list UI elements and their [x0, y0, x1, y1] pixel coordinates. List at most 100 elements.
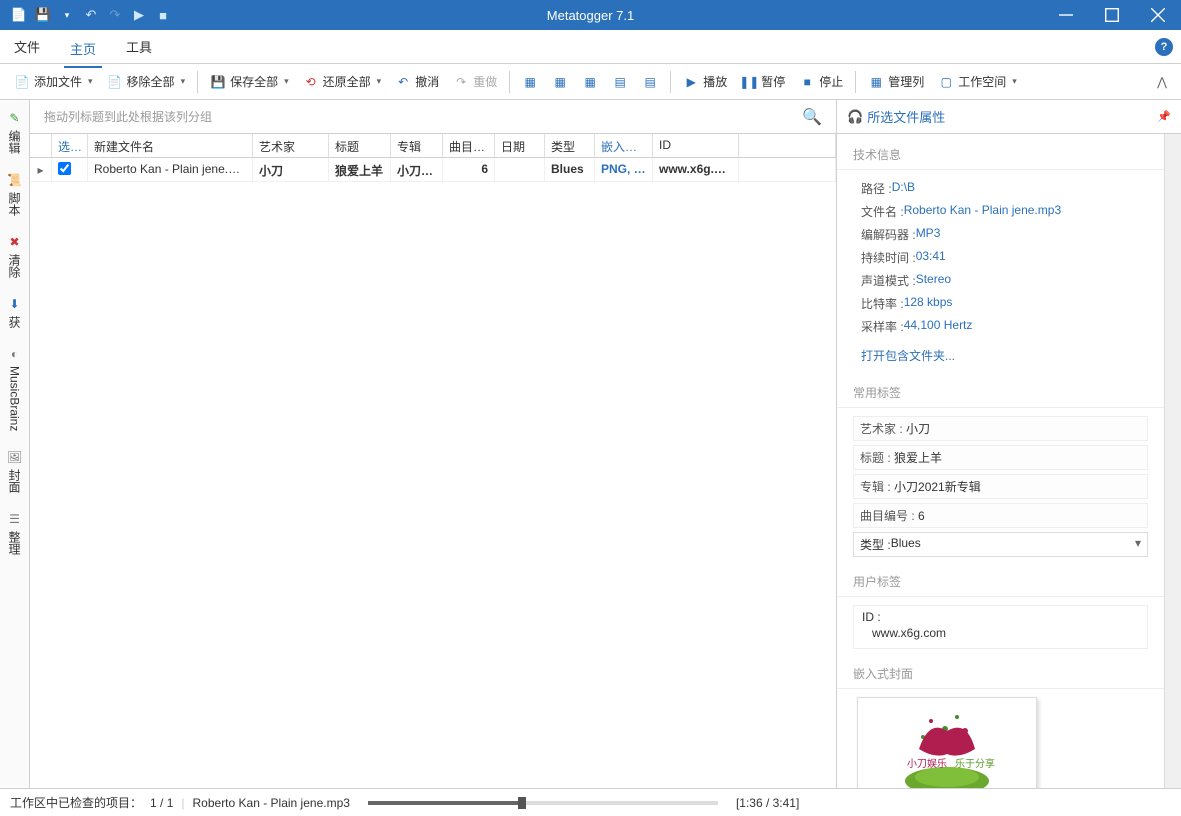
sidebar-tab-edit[interactable]: ✎编辑: [6, 108, 23, 156]
play-icon: ▶: [683, 74, 699, 90]
sidebar-tab-organize[interactable]: ☰整理: [6, 509, 23, 557]
window-title: Metatogger 7.1: [547, 8, 634, 23]
qat-redo-icon[interactable]: ↷: [104, 4, 126, 26]
tag-title[interactable]: 标题狼爱上羊: [853, 445, 1148, 470]
qat-stop-icon[interactable]: ■: [152, 4, 174, 26]
qat-save-icon[interactable]: 💾: [32, 4, 54, 26]
sidebar-tab-cover[interactable]: 🖼封面: [6, 447, 23, 495]
pin-icon[interactable]: 📌: [1157, 110, 1171, 123]
tag-artist[interactable]: 艺术家小刀: [853, 416, 1148, 441]
chevron-down-icon[interactable]: ▾: [1135, 536, 1141, 553]
vertical-scrollbar[interactable]: [1164, 134, 1181, 788]
workspace-icon: ▢: [938, 74, 954, 90]
cell-album[interactable]: 小刀2...: [391, 158, 443, 181]
help-button[interactable]: ?: [1155, 38, 1173, 56]
group-hint-text: 拖动列标题到此处根据该列分组: [44, 108, 212, 125]
ribbon-toolbar: 📄添加文件▾ 📄移除全部▾ 💾保存全部▾ ⟲还原全部▾ ↶撤消 ↷重做 ▦ ▦ …: [0, 64, 1181, 100]
columns-icon: ▦: [868, 74, 884, 90]
redo-icon: ↷: [453, 74, 469, 90]
row-checkbox[interactable]: [58, 162, 71, 175]
menu-file[interactable]: 文件: [8, 33, 46, 60]
col-artist[interactable]: 艺术家: [253, 134, 329, 157]
cell-track[interactable]: 6: [443, 158, 495, 181]
undo-button[interactable]: ↶撤消: [389, 69, 445, 94]
status-bar: 工作区中已检查的项目： 1 / 1 | Roberto Kan - Plain …: [0, 788, 1181, 816]
tag-genre[interactable]: 类型Blues▾: [853, 532, 1148, 557]
tag-track[interactable]: 曲目编号6: [853, 503, 1148, 528]
cell-cover[interactable]: PNG, 4...: [595, 158, 653, 181]
cover-art[interactable]: 小刀娱乐 乐于分享: [857, 697, 1037, 788]
minimize-button[interactable]: [1043, 0, 1089, 30]
separator: [197, 71, 198, 93]
kv-duration: 持续时间03:41: [837, 247, 1164, 270]
menu-home[interactable]: 主页: [64, 35, 102, 68]
playback-slider[interactable]: [368, 801, 718, 805]
maximize-button[interactable]: [1089, 0, 1135, 30]
pause-button[interactable]: ❚❚暂停: [735, 69, 791, 94]
section-user: 用户标签: [837, 561, 1164, 597]
col-cover[interactable]: 嵌入式封面: [595, 134, 653, 157]
cell-artist[interactable]: 小刀: [253, 158, 329, 181]
menu-tools[interactable]: 工具: [120, 33, 158, 60]
row-checkbox-cell[interactable]: [52, 158, 88, 181]
col-track[interactable]: 曲目编号: [443, 134, 495, 157]
remove-all-button[interactable]: 📄移除全部▾: [101, 69, 192, 94]
close-button[interactable]: [1135, 0, 1181, 30]
sidebar-tab-musicbrainz[interactable]: ◐MusicBrainz: [7, 344, 23, 433]
col-select[interactable]: 选择: [52, 134, 88, 157]
view-small-icon[interactable]: ▦: [576, 70, 604, 94]
play-button[interactable]: ▶播放: [677, 69, 733, 94]
view-detail-icon[interactable]: ▤: [636, 70, 664, 94]
col-album[interactable]: 专辑: [391, 134, 443, 157]
cell-date[interactable]: [495, 158, 545, 181]
open-folder-link[interactable]: 打开包含文件夹...: [837, 339, 1164, 372]
view-list-icon[interactable]: ▤: [606, 70, 634, 94]
cell-filename[interactable]: Roberto Kan - Plain jene.mp3: [88, 158, 253, 181]
save-all-button[interactable]: 💾保存全部▾: [204, 69, 295, 94]
col-indicator[interactable]: [30, 134, 52, 157]
stop-button[interactable]: ■停止: [793, 69, 849, 94]
stop-icon: ■: [799, 74, 815, 90]
col-filename[interactable]: 新建文件名: [88, 134, 253, 157]
svg-text:小刀娱乐: 小刀娱乐: [907, 757, 947, 770]
table-row[interactable]: ▸ Roberto Kan - Plain jene.mp3 小刀 狼爱上羊 小…: [30, 158, 836, 182]
save-icon: 💾: [210, 74, 226, 90]
kv-bitrate: 比特率128 kbps: [837, 293, 1164, 316]
chevron-down-icon[interactable]: ▾: [377, 76, 382, 87]
redo-button[interactable]: ↷重做: [447, 69, 503, 94]
view-large-icon[interactable]: ▦: [516, 70, 544, 94]
sidebar-tab-fetch[interactable]: ⬇获: [6, 294, 23, 330]
workspace-button[interactable]: ▢工作空间▾: [932, 69, 1023, 94]
separator: [509, 71, 510, 93]
collapse-ribbon-icon[interactable]: ⋀: [1151, 71, 1173, 93]
chevron-down-icon[interactable]: ▾: [284, 76, 289, 87]
cell-title[interactable]: 狼爱上羊: [329, 158, 391, 181]
properties-panel: 🎧 所选文件属性 📌 技术信息 路径D:\B 文件名Roberto Kan - …: [836, 100, 1181, 788]
chevron-down-icon[interactable]: ▾: [181, 76, 186, 87]
section-cover: 嵌入式封面: [837, 653, 1164, 689]
group-by-bar[interactable]: 拖动列标题到此处根据该列分组 🔍: [30, 100, 836, 134]
sidebar-tab-script[interactable]: 📜脚本: [6, 170, 23, 218]
tag-album[interactable]: 专辑小刀2021新专辑: [853, 474, 1148, 499]
search-icon[interactable]: 🔍: [802, 107, 822, 127]
chevron-down-icon[interactable]: ▾: [1012, 76, 1017, 87]
col-genre[interactable]: 类型: [545, 134, 595, 157]
qat-undo-icon[interactable]: ↶: [80, 4, 102, 26]
col-id[interactable]: ID: [653, 134, 739, 157]
qat-play-icon[interactable]: ▶: [128, 4, 150, 26]
chevron-down-icon[interactable]: ▾: [88, 76, 93, 87]
qat-add-file-icon[interactable]: 📄: [8, 4, 30, 26]
tag-id[interactable]: ID : www.x6g.com: [853, 605, 1148, 649]
qat-dropdown-icon[interactable]: ▾: [56, 4, 78, 26]
col-title[interactable]: 标题: [329, 134, 391, 157]
sidebar-tab-clean[interactable]: ✖清除: [6, 232, 23, 280]
cell-id[interactable]: www.x6g.com: [653, 158, 739, 181]
manage-columns-button[interactable]: ▦管理列: [862, 69, 930, 94]
col-date[interactable]: 日期: [495, 134, 545, 157]
kv-path: 路径D:\B: [837, 178, 1164, 201]
kv-samplerate: 采样率44,100 Hertz: [837, 316, 1164, 339]
restore-all-button[interactable]: ⟲还原全部▾: [297, 69, 388, 94]
view-medium-icon[interactable]: ▦: [546, 70, 574, 94]
cell-genre[interactable]: Blues: [545, 158, 595, 181]
add-file-button[interactable]: 📄添加文件▾: [8, 69, 99, 94]
